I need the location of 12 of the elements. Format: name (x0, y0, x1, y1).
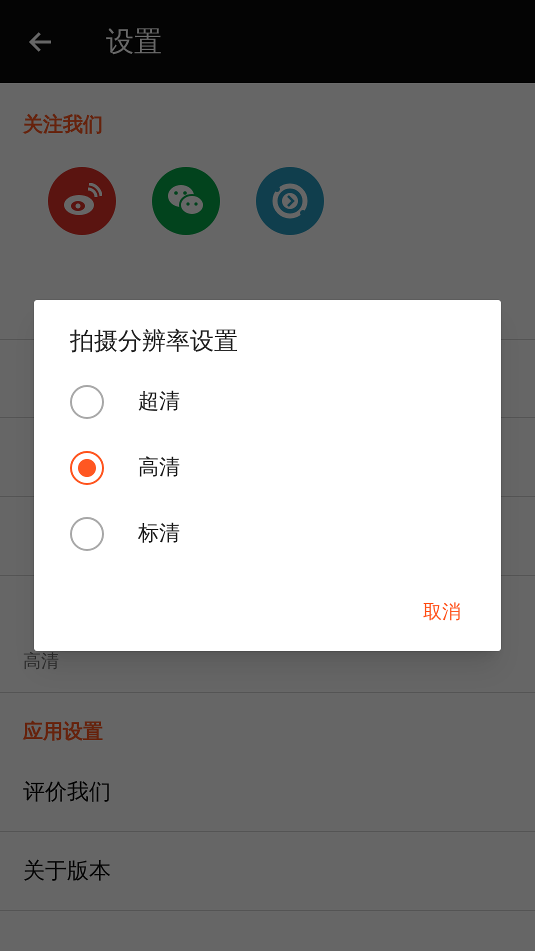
option-label[interactable]: 标清 (138, 518, 180, 550)
option-label[interactable]: 超清 (138, 386, 180, 418)
setting-label: 关于版本 (23, 857, 112, 885)
setting-label: 评价我们 (23, 778, 112, 806)
radio-button[interactable] (70, 517, 104, 551)
option-label[interactable]: 高清 (138, 452, 180, 484)
radio-button[interactable] (70, 451, 104, 485)
app-bar-title: 设置 (106, 24, 162, 58)
dialog-title: 拍摄分辨率设置 (70, 327, 239, 357)
radio-button[interactable] (70, 385, 104, 419)
section-title: 应用设置 (23, 720, 103, 745)
section-title: 关注我们 (23, 112, 103, 138)
